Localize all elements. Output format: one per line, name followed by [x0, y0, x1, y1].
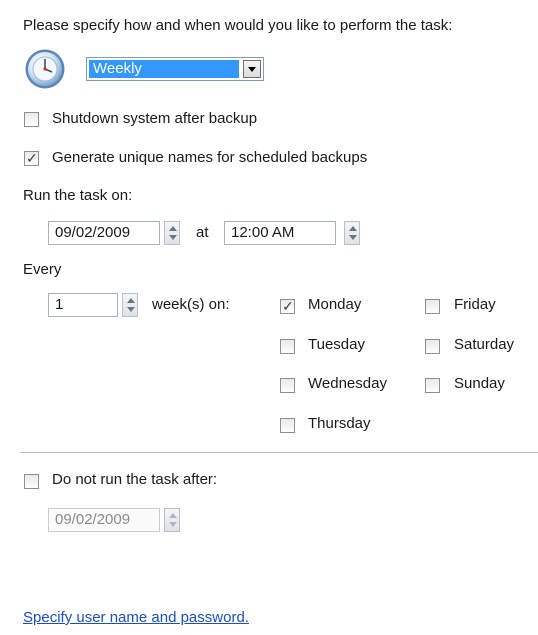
end-date-spinner[interactable] [164, 508, 180, 532]
shutdown-label: Shutdown system after backup [52, 110, 258, 127]
every-weeks-spinner[interactable] [122, 293, 138, 317]
day-label-wednesday: Wednesday [308, 375, 387, 392]
check-mark-icon: ✓ [282, 298, 294, 314]
day-label-sunday: Sunday [454, 375, 505, 392]
day-checkbox-friday[interactable] [425, 299, 440, 314]
clock-icon [25, 49, 65, 89]
day-label-thursday: Thursday [308, 415, 371, 432]
section-divider [20, 452, 538, 453]
spin-down-icon [169, 522, 177, 527]
start-date-field[interactable]: 09/02/2009 [48, 221, 160, 245]
week-unit-label: week(s) on: [152, 296, 230, 313]
start-time-field[interactable]: 12:00 AM [224, 221, 336, 245]
run-on-label: Run the task on: [23, 187, 133, 204]
day-checkbox-wednesday[interactable] [280, 378, 295, 393]
check-mark-icon: ✓ [26, 150, 38, 166]
spin-up-icon [349, 226, 357, 231]
spin-down-icon [127, 307, 135, 312]
day-checkbox-thursday[interactable] [280, 418, 295, 433]
end-date-checkbox[interactable] [24, 474, 39, 489]
dropdown-arrow-button[interactable] [243, 60, 261, 78]
day-checkbox-monday[interactable]: ✓ [280, 298, 295, 314]
end-date-label: Do not run the task after: [52, 471, 218, 488]
spin-up-icon [169, 226, 177, 231]
at-label: at [196, 224, 209, 241]
start-date-spinner[interactable] [164, 221, 180, 245]
day-checkbox-saturday[interactable] [425, 339, 440, 354]
spin-up-icon [169, 513, 177, 518]
spin-down-icon [349, 235, 357, 240]
every-label: Every [23, 261, 62, 278]
credentials-link[interactable]: Specify user name and password. [23, 609, 249, 627]
day-label-friday: Friday [454, 296, 496, 313]
frequency-dropdown[interactable]: Weekly [86, 57, 264, 81]
shutdown-checkbox[interactable] [24, 112, 39, 127]
every-weeks-field[interactable]: 1 [48, 293, 118, 317]
instruction-text: Please specify how and when would you li… [23, 17, 453, 34]
spin-down-icon [169, 235, 177, 240]
end-date-field[interactable]: 09/02/2009 [48, 508, 160, 532]
day-checkbox-sunday[interactable] [425, 378, 440, 393]
day-checkbox-tuesday[interactable] [280, 339, 295, 354]
frequency-selected-value: Weekly [89, 60, 239, 78]
day-label-monday: Monday [308, 296, 362, 313]
day-label-saturday: Saturday [454, 336, 515, 353]
unique-names-label: Generate unique names for scheduled back… [52, 149, 368, 166]
unique-names-checkbox[interactable]: ✓ [24, 150, 39, 166]
day-label-tuesday: Tuesday [308, 336, 365, 353]
start-time-spinner[interactable] [344, 221, 360, 245]
spin-up-icon [127, 298, 135, 303]
